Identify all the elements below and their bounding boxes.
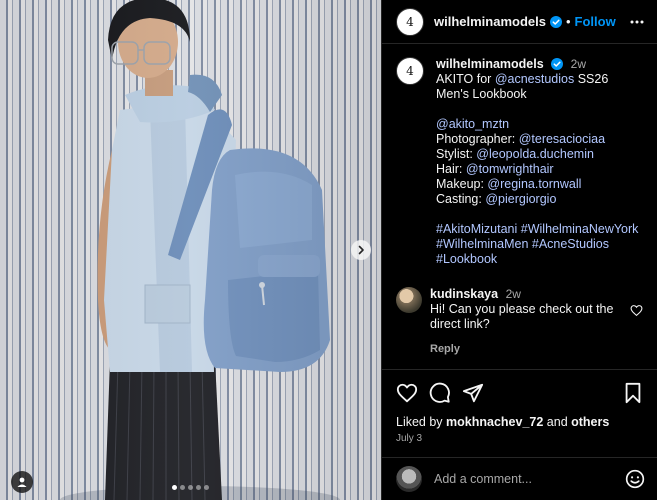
comment-like-heart-icon[interactable] (630, 304, 643, 317)
caption-text: wilhelminamodels 2w AKITO for @acnestudi… (436, 57, 643, 267)
chevron-right-icon (358, 245, 364, 255)
comment-text: Hi! Can you please check out the direct … (430, 302, 614, 331)
post-actions-section: Liked by mokhnachev_72 and others July 3 (382, 369, 657, 456)
hashtag-link[interactable]: #AkitoMizutani #WilhelminaNewYork (436, 222, 638, 236)
mention-link[interactable]: @piergiorgio (485, 192, 556, 206)
caption-time[interactable]: 2w (571, 57, 586, 71)
caption-row: 4 wilhelminamodels 2w AKITO for @acnestu… (396, 57, 643, 267)
avatar-logo-text: 4 (406, 64, 414, 78)
verified-badge-icon (551, 58, 564, 70)
liker-username[interactable]: mokhnachev_72 (446, 415, 543, 429)
credit-label: Hair: (436, 162, 466, 176)
more-horizontal-icon[interactable] (629, 14, 645, 30)
heart-icon[interactable] (396, 382, 418, 404)
reply-button[interactable]: Reply (430, 342, 630, 357)
post-media[interactable] (0, 0, 381, 500)
caption-username[interactable]: wilhelminamodels (436, 57, 544, 71)
likes-prefix: Liked by (396, 415, 447, 429)
mention-link[interactable]: @regina.tornwall (487, 177, 581, 191)
post-photo (60, 0, 340, 500)
commenter-username[interactable]: kudinskaya (430, 287, 498, 301)
emoji-icon[interactable] (625, 469, 645, 489)
post-date[interactable]: July 3 (396, 433, 643, 444)
header-separator: • (565, 14, 571, 29)
add-comment-bar (382, 457, 657, 500)
post-header: 4 wilhelminamodels • Follow (382, 0, 657, 44)
comment-time[interactable]: 2w (506, 287, 521, 301)
carousel-dot (196, 485, 201, 490)
carousel-dot (172, 485, 177, 490)
credit-label: Photographer: (436, 132, 519, 146)
avatar-logo-text: 4 (406, 14, 414, 29)
caption-author-avatar[interactable]: 4 (396, 57, 424, 85)
author-username[interactable]: wilhelminamodels (434, 14, 546, 29)
verified-badge-icon (549, 15, 562, 28)
current-user-avatar (396, 466, 422, 492)
likes-others-link[interactable]: others (571, 415, 609, 429)
credit-label: Casting: (436, 192, 486, 206)
credit-label: Makeup: (436, 177, 488, 191)
paper-plane-icon[interactable] (462, 382, 484, 404)
mention-link[interactable]: @acnestudios (495, 72, 574, 86)
comments-section[interactable]: 4 wilhelminamodels 2w AKITO for @acnestu… (382, 45, 657, 368)
carousel-next-button[interactable] (351, 240, 371, 260)
comment-body: kudinskaya 2w Hi! Can you please check o… (430, 287, 630, 357)
mention-link[interactable]: @tomwrighthair (466, 162, 554, 176)
action-bar (396, 382, 643, 404)
mention-link[interactable]: @akito_mztn (436, 117, 509, 131)
comment-bubble-icon[interactable] (429, 382, 451, 404)
likes-summary: Liked by mokhnachev_72 and others (396, 415, 643, 429)
comment-item: kudinskaya 2w Hi! Can you please check o… (396, 287, 643, 357)
caption-line1-prefix: AKITO for (436, 72, 495, 86)
carousel-dot (188, 485, 193, 490)
hashtag-link[interactable]: #Lookbook (436, 252, 497, 266)
likes-middle: and (543, 415, 572, 429)
mention-link[interactable]: @teresaciociaa (519, 132, 605, 146)
carousel-dot (180, 485, 185, 490)
mention-link[interactable]: @leopolda.duchemin (476, 147, 594, 161)
credit-label: Stylist: (436, 147, 477, 161)
commenter-avatar[interactable] (396, 287, 422, 313)
carousel-indicator (0, 485, 381, 490)
hashtag-link[interactable]: #WilhelminaMen #AcneStudios (436, 237, 609, 251)
post-side-panel: 4 wilhelminamodels • Follow 4 wilhelmina… (381, 0, 657, 500)
follow-button[interactable]: Follow (575, 14, 616, 29)
author-avatar[interactable]: 4 (396, 7, 424, 36)
bookmark-icon[interactable] (623, 382, 643, 404)
carousel-dot (204, 485, 209, 490)
comment-input[interactable] (434, 472, 625, 486)
